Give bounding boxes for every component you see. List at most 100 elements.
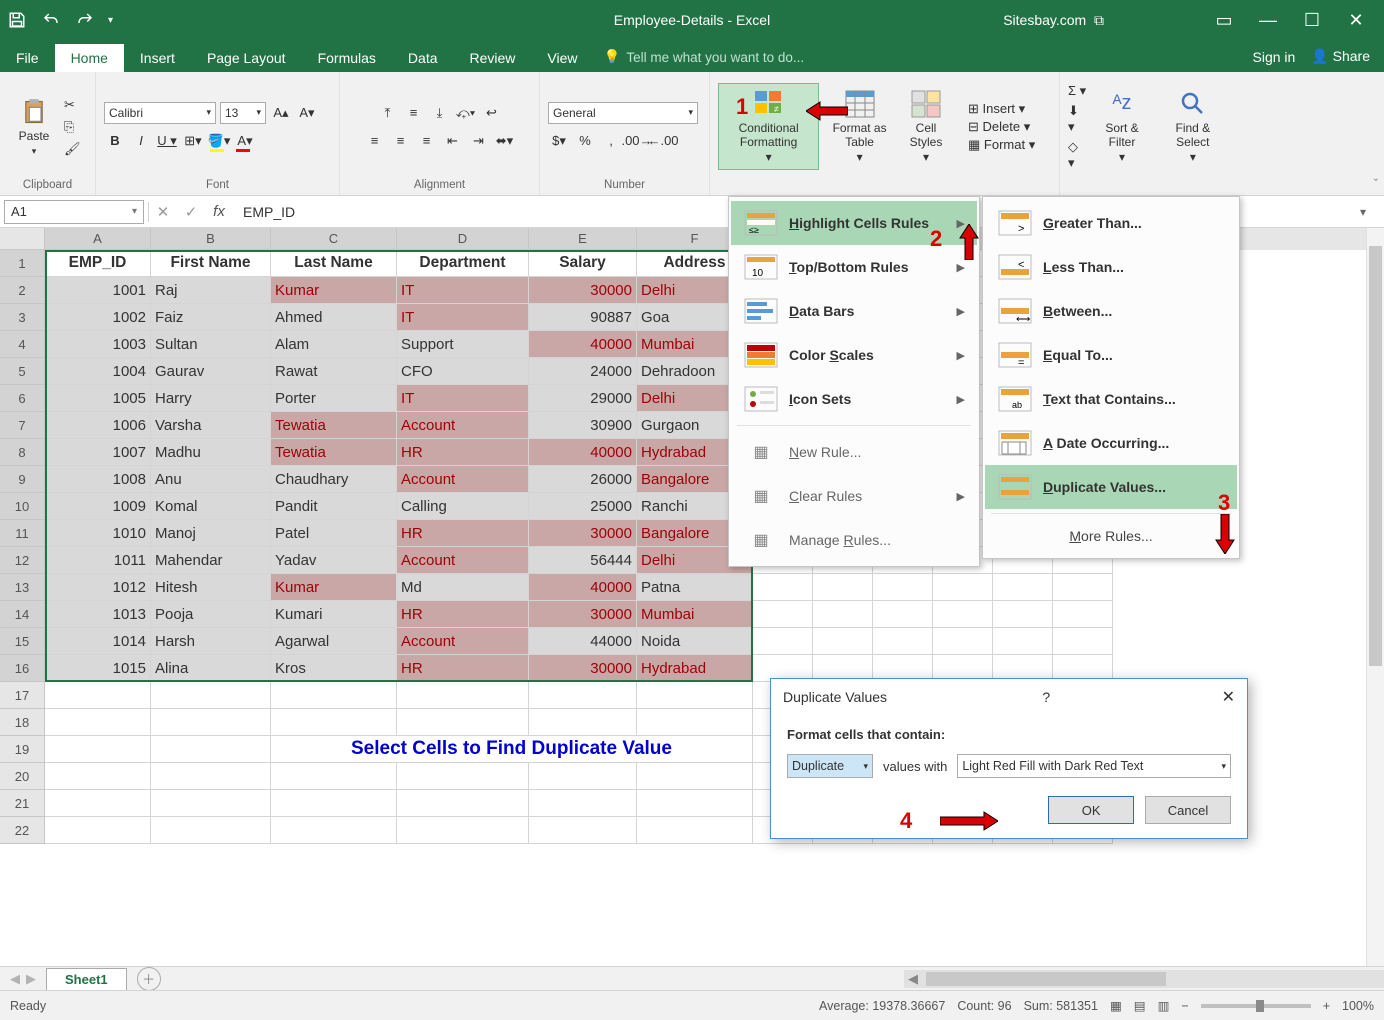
cell[interactable]: 1001 — [45, 277, 151, 304]
cell[interactable]: Tewatia — [271, 412, 397, 439]
dialog-condition-select[interactable]: Duplicate▾ — [787, 754, 873, 778]
cell[interactable]: Mumbai — [637, 601, 753, 628]
zoom-out-icon[interactable]: − — [1181, 999, 1188, 1013]
cell[interactable]: Hydrabad — [637, 655, 753, 682]
vertical-scrollbar[interactable] — [1366, 228, 1384, 966]
cell[interactable] — [45, 736, 151, 763]
format-painter-icon[interactable]: 🖌 — [64, 141, 81, 157]
cell[interactable]: Raj — [151, 277, 271, 304]
dialog-help-icon[interactable]: ? — [1042, 689, 1050, 705]
tab-home[interactable]: Home — [55, 44, 124, 72]
cell[interactable] — [529, 817, 637, 844]
dialog-close-icon[interactable]: ✕ — [1222, 687, 1235, 707]
redo-icon[interactable] — [74, 9, 96, 31]
cell[interactable]: 1013 — [45, 601, 151, 628]
sort-filter-button[interactable]: ᴬz Sort & Filter ▾ — [1090, 84, 1153, 169]
align-bottom-icon[interactable]: ⤓ — [429, 102, 451, 124]
horizontal-scrollbar[interactable]: ◀ — [904, 970, 1384, 988]
cell[interactable] — [271, 763, 397, 790]
cell[interactable]: 40000 — [529, 331, 637, 358]
decrease-font-icon[interactable]: A▾ — [296, 102, 318, 124]
cell[interactable]: Patna — [637, 574, 753, 601]
find-select-button[interactable]: Find & Select ▾ — [1158, 84, 1228, 169]
cell[interactable] — [933, 574, 993, 601]
cell[interactable] — [529, 709, 637, 736]
cell[interactable] — [753, 574, 813, 601]
cell[interactable]: Komal — [151, 493, 271, 520]
fill-color-button[interactable]: 🪣▾ — [208, 130, 230, 152]
cell[interactable] — [397, 682, 529, 709]
cell[interactable] — [993, 601, 1053, 628]
cell[interactable]: HR — [397, 520, 529, 547]
row-header[interactable]: 9 — [0, 466, 45, 493]
cell[interactable] — [1053, 628, 1113, 655]
delete-cells-button[interactable]: ⊟ Delete ▾ — [968, 119, 1030, 135]
cell[interactable]: 1007 — [45, 439, 151, 466]
cell[interactable]: Chaudhary — [271, 466, 397, 493]
row-header[interactable]: 16 — [0, 655, 45, 682]
number-format-box[interactable]: General▾ — [548, 102, 698, 124]
cell[interactable]: 44000 — [529, 628, 637, 655]
cell[interactable] — [637, 817, 753, 844]
cell[interactable]: 1011 — [45, 547, 151, 574]
cell[interactable]: 30000 — [529, 655, 637, 682]
font-name-box[interactable]: Calibri▾ — [104, 102, 216, 124]
cell[interactable] — [271, 709, 397, 736]
cell[interactable]: IT — [397, 385, 529, 412]
cell[interactable]: Account — [397, 628, 529, 655]
row-header[interactable]: 6 — [0, 385, 45, 412]
cell[interactable] — [271, 817, 397, 844]
cell[interactable]: Ahmed — [271, 304, 397, 331]
minimize-icon[interactable]: — — [1256, 10, 1280, 31]
cell[interactable]: Support — [397, 331, 529, 358]
cell[interactable]: Account — [397, 412, 529, 439]
tab-page-layout[interactable]: Page Layout — [191, 44, 302, 72]
cell[interactable] — [637, 682, 753, 709]
sign-in-link[interactable]: Sign in — [1253, 49, 1296, 65]
tab-file[interactable]: File — [0, 44, 55, 72]
cell[interactable]: 1015 — [45, 655, 151, 682]
cell[interactable]: 30000 — [529, 277, 637, 304]
borders-button[interactable]: ⊞▾ — [182, 130, 204, 152]
menu-item-equal-to-[interactable]: =Equal To... — [985, 333, 1237, 377]
font-size-box[interactable]: 13▾ — [220, 102, 266, 124]
cell[interactable]: 56444 — [529, 547, 637, 574]
fill-icon[interactable]: ⬇ ▾ — [1068, 103, 1086, 135]
zoom-in-icon[interactable]: + — [1323, 999, 1330, 1013]
menu-item-clear-rules[interactable]: ▦Clear Rules▶ — [731, 474, 977, 518]
cell[interactable] — [151, 682, 271, 709]
cell[interactable]: 30000 — [529, 520, 637, 547]
ribbon-options-icon[interactable]: ▭ — [1212, 10, 1236, 31]
cell[interactable]: Yadav — [271, 547, 397, 574]
cell[interactable] — [873, 601, 933, 628]
column-header[interactable]: E — [529, 228, 637, 250]
decrease-indent-icon[interactable]: ⇤ — [442, 130, 464, 152]
cell[interactable] — [151, 817, 271, 844]
bold-button[interactable]: B — [104, 130, 126, 152]
cell[interactable]: Harry — [151, 385, 271, 412]
cancel-formula-icon[interactable]: ✕ — [149, 203, 177, 221]
align-left-icon[interactable]: ≡ — [364, 130, 386, 152]
cell[interactable]: Md — [397, 574, 529, 601]
tab-formulas[interactable]: Formulas — [302, 44, 392, 72]
cell[interactable]: Kumar — [271, 574, 397, 601]
cell-styles-button[interactable]: Cell Styles ▾ — [900, 84, 952, 169]
tell-me-box[interactable]: 💡 Tell me what you want to do... — [604, 49, 805, 72]
cell[interactable] — [151, 709, 271, 736]
cell[interactable] — [1053, 601, 1113, 628]
cell[interactable] — [45, 763, 151, 790]
cell[interactable] — [529, 763, 637, 790]
cell[interactable]: Noida — [637, 628, 753, 655]
cell[interactable]: 1005 — [45, 385, 151, 412]
row-header[interactable]: 22 — [0, 817, 45, 844]
cell[interactable] — [151, 736, 271, 763]
cell[interactable]: Salary — [529, 250, 637, 277]
cell[interactable]: Manoj — [151, 520, 271, 547]
currency-icon[interactable]: $▾ — [548, 130, 570, 152]
cell[interactable] — [45, 790, 151, 817]
format-cells-button[interactable]: ▦ Format ▾ — [968, 137, 1035, 153]
row-header[interactable]: 1 — [0, 250, 45, 277]
italic-button[interactable]: I — [130, 130, 152, 152]
increase-indent-icon[interactable]: ⇥ — [468, 130, 490, 152]
menu-item-new-rule-[interactable]: ▦New Rule... — [731, 430, 977, 474]
